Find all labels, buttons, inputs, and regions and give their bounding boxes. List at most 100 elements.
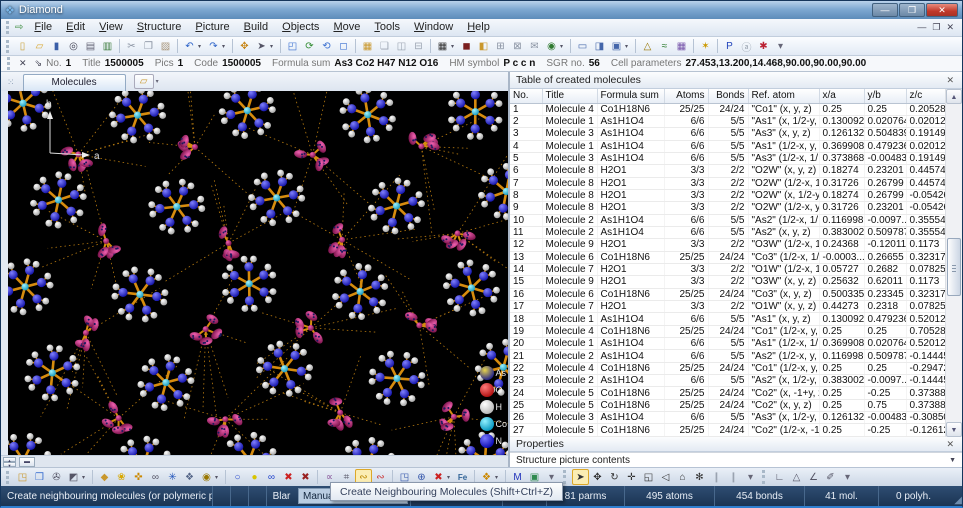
export-picture-icon[interactable]: ⊠ xyxy=(509,38,526,54)
new-picture-tab-button[interactable]: ▱ xyxy=(134,74,154,89)
menu-view[interactable]: View xyxy=(92,19,130,36)
pan-icon[interactable]: ✥ xyxy=(236,38,253,54)
rotate-mode-icon[interactable]: ↻ xyxy=(606,469,623,485)
build-menu-icon[interactable]: ◩ xyxy=(65,469,82,485)
window-split-icon[interactable]: ⊟ xyxy=(410,38,427,54)
step-forward-icon[interactable]: ❙ xyxy=(725,469,742,485)
diffraction-table-icon[interactable]: ▦ xyxy=(673,38,690,54)
table-window-icon[interactable]: ▦ xyxy=(359,38,376,54)
column-header-ref-atom[interactable]: Ref. atom xyxy=(748,89,819,103)
menu-build[interactable]: Build xyxy=(237,19,275,36)
scroll-down-icon[interactable]: ▼ xyxy=(946,422,962,437)
build-menu-dropdown-icon[interactable]: ▾ xyxy=(82,474,89,481)
table-row[interactable]: 17Molecule 7H2O13/32/2"O1W" (x, y, z)0.4… xyxy=(510,301,945,313)
resize-grip[interactable]: ◢ xyxy=(948,486,962,506)
properties-close-icon[interactable]: ✕ xyxy=(944,439,956,450)
new-picture-icon[interactable]: ◧ xyxy=(475,38,492,54)
table-row[interactable]: 21Molecule 2As1H1O46/65/5"As2" (1/2-x, y… xyxy=(510,350,945,362)
angle-measure-icon[interactable]: ∠ xyxy=(805,469,822,485)
table-row[interactable]: 1Molecule 4Co1H18N625/2524/24"Co1" (x, y… xyxy=(510,103,945,115)
translate-mode-icon[interactable]: ✛ xyxy=(623,469,640,485)
video-sequence-icon[interactable]: ◼ xyxy=(458,38,475,54)
coordination-icon[interactable]: ✳ xyxy=(164,469,181,485)
select-pointer-icon[interactable]: ➤ xyxy=(572,469,589,485)
table-row[interactable]: 20Molecule 1As1H1O46/65/5"As1" (1/2-x, 1… xyxy=(510,338,945,350)
find-icon[interactable]: ◎ xyxy=(65,38,82,54)
data-sheet-dropdown-icon[interactable]: ▾ xyxy=(625,43,632,50)
build-tools-icon[interactable]: ✇ xyxy=(48,469,65,485)
overflow-measure-icon[interactable]: ▾ xyxy=(839,469,856,485)
wizard-icon[interactable]: ✶ xyxy=(697,38,714,54)
paste-icon[interactable]: ▨ xyxy=(157,38,174,54)
table-row[interactable]: 16Molecule 6Co1H18N625/2524/24"Co3" (x, … xyxy=(510,288,945,300)
scroll-up-icon[interactable]: ▲ xyxy=(946,89,962,104)
delete-marked-dropdown-icon[interactable]: ▾ xyxy=(447,474,454,481)
pointer-mode-icon[interactable]: ➤ xyxy=(253,38,270,54)
undo-dropdown-icon[interactable]: ▾ xyxy=(198,43,205,50)
tab-scroll-spinner[interactable]: ▲▼ xyxy=(3,457,16,467)
minimize-button[interactable]: — xyxy=(872,3,898,17)
table-row[interactable]: 15Molecule 9H2O13/32/2"O3W" (x, y, z)0.2… xyxy=(510,276,945,288)
build-toolbar-grip[interactable] xyxy=(6,471,11,484)
powder-p-icon[interactable]: P xyxy=(721,38,738,54)
column-header-atoms[interactable]: Atoms xyxy=(664,89,708,103)
table-row[interactable]: 27Molecule 5Co1H18N625/2524/24"Co2" (1/2… xyxy=(510,424,945,436)
print-icon[interactable]: ▥ xyxy=(99,38,116,54)
scrollbar-track[interactable] xyxy=(946,104,962,422)
properties-window-icon[interactable]: ◨ xyxy=(591,38,608,54)
table-row[interactable]: 22Molecule 4Co1H18N625/2524/24"Co1" (1/2… xyxy=(510,362,945,374)
polyhedra-icon[interactable]: ◆ xyxy=(96,469,113,485)
fill-cell-icon[interactable]: ● xyxy=(246,469,263,485)
packing-x2-icon[interactable]: ✖ xyxy=(297,469,314,485)
menu-window[interactable]: Window xyxy=(407,19,460,36)
picture-history-icon[interactable]: ⟲ xyxy=(318,38,335,54)
toolbar-overflow-icon[interactable]: ▾ xyxy=(772,38,789,54)
open-folder-icon[interactable]: ▱ xyxy=(31,38,48,54)
step-back-icon[interactable]: ❙ xyxy=(708,469,725,485)
goto-structure-icon[interactable]: ⇘ xyxy=(35,58,43,68)
structure-grid-icon[interactable]: ▦ xyxy=(434,38,451,54)
menu-structure[interactable]: Structure xyxy=(130,19,189,36)
table-row[interactable]: 7Molecule 8H2O13/32/2"O2W" (1/2-x, 1...0… xyxy=(510,177,945,189)
report-window-icon[interactable]: ▭ xyxy=(574,38,591,54)
torsion-measure-icon[interactable]: ✐ xyxy=(822,469,839,485)
connect-atoms-icon[interactable]: ∞ xyxy=(147,469,164,485)
table-row[interactable]: 4Molecule 1As1H1O46/65/5"As1" (1/2-x, y,… xyxy=(510,140,945,152)
properties-selector[interactable]: Structure picture contents ▼ xyxy=(510,452,962,467)
web-export-dropdown-icon[interactable]: ▾ xyxy=(560,43,567,50)
redo-icon[interactable]: ↷ xyxy=(205,38,222,54)
picture-blank-icon[interactable]: ◻ xyxy=(335,38,352,54)
table-scrollbar[interactable]: ▲ ▼ xyxy=(945,89,962,437)
table-row[interactable]: 5Molecule 3As1H1O46/65/5"As3" (1/2-x, 1/… xyxy=(510,152,945,164)
title-bar[interactable]: ❖ Diamond — ❐ ✕ xyxy=(1,1,962,19)
view-direction-icon[interactable]: ◁ xyxy=(657,469,674,485)
send-picture-icon[interactable]: ✉ xyxy=(526,38,543,54)
table-row[interactable]: 26Molecule 3As1H1O46/65/5"As3" (x, 1/2-y… xyxy=(510,412,945,424)
add-atom-icon[interactable]: ✜ xyxy=(130,469,147,485)
fragment-icon[interactable]: ❖ xyxy=(181,469,198,485)
table-row[interactable]: 11Molecule 2As1H1O46/65/5"As2" (x, y, z)… xyxy=(510,226,945,238)
web-export-icon[interactable]: ◉ xyxy=(543,38,560,54)
table-row[interactable]: 3Molecule 3As1H1O46/65/5"As3" (x, y, z)0… xyxy=(510,128,945,140)
infobar-grip[interactable] xyxy=(7,57,12,70)
redo-dropdown-icon[interactable]: ▾ xyxy=(222,43,229,50)
data-sheet-icon[interactable]: ▣ xyxy=(608,38,625,54)
table-panel-close-icon[interactable]: ✕ xyxy=(944,75,956,86)
close-button[interactable]: ✕ xyxy=(926,3,958,17)
tabstrip-grip[interactable]: ⁙ xyxy=(7,77,15,88)
menu-tools[interactable]: Tools xyxy=(367,19,407,36)
mdi-close-button[interactable]: ✕ xyxy=(946,22,954,33)
powder-pattern-icon[interactable]: ≈ xyxy=(656,38,673,54)
column-header-y-b[interactable]: y/b xyxy=(864,89,906,103)
filter-menu-dropdown-icon[interactable]: ▾ xyxy=(215,474,222,481)
get-molecules-icon[interactable]: ◳ xyxy=(14,469,31,485)
table-row[interactable]: 23Molecule 2As1H1O46/65/5"As2" (x, 1/2-y… xyxy=(510,375,945,387)
column-header-z-c[interactable]: z/c xyxy=(906,89,945,103)
filter-menu-icon[interactable]: ◉ xyxy=(198,469,215,485)
resize-mode-icon[interactable]: ◱ xyxy=(640,469,657,485)
table-row[interactable]: 12Molecule 9H2O13/32/2"O3W" (1/2-x, 1...… xyxy=(510,239,945,251)
column-header-title[interactable]: Title xyxy=(542,89,597,103)
toolbar-grip[interactable] xyxy=(6,40,11,53)
picture-window-icon[interactable]: ◰ xyxy=(284,38,301,54)
column-header-no-[interactable]: No. xyxy=(510,89,542,103)
